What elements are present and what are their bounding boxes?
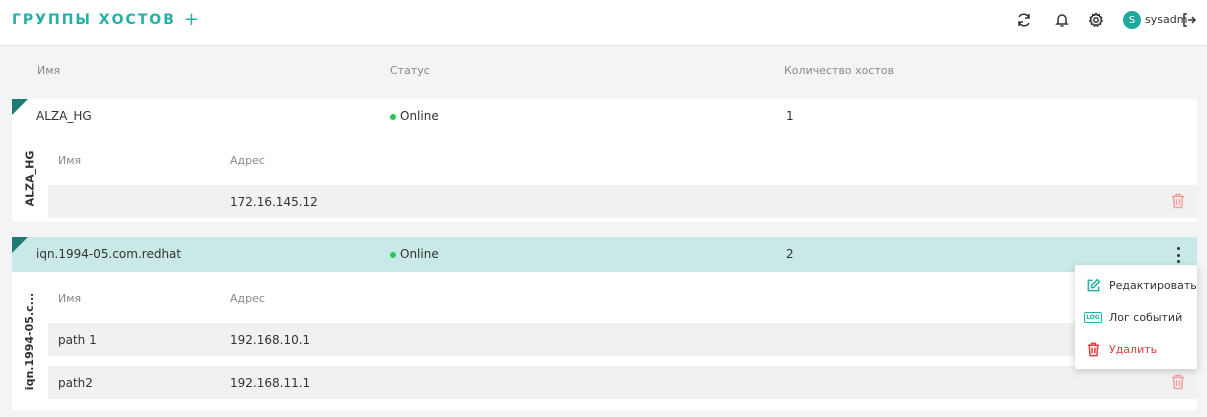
add-group-button[interactable]: + (184, 11, 199, 29)
status-online-icon (390, 113, 396, 120)
page-title-text: ГРУППЫ ХОСТОВ (12, 12, 176, 28)
column-header-host-count[interactable]: Количество хостов (784, 64, 894, 77)
delete-host-icon[interactable] (1171, 193, 1185, 209)
more-actions-icon[interactable] (1177, 247, 1183, 263)
host-name: path2 (58, 376, 93, 390)
host-row[interactable]: path2 192.168.11.1 (48, 366, 1197, 399)
refresh-icon[interactable] (1015, 11, 1033, 29)
menu-item-event-log[interactable]: LOG Лог событий (1075, 301, 1197, 333)
expand-toggle-icon[interactable] (12, 99, 28, 115)
sub-column-header-name: Имя (58, 292, 82, 305)
menu-item-label: Лог событий (1109, 310, 1183, 324)
top-bar: ГРУППЫ ХОСТОВ + S sysadm (0, 0, 1207, 46)
group-row[interactable]: iqn.1994-05.com.redhat Online 2 (12, 237, 1197, 272)
group-row[interactable]: ALZA_HG Online 1 (12, 99, 1197, 134)
group-status: Online (390, 247, 439, 261)
edit-icon (1085, 277, 1101, 293)
status-text: Online (400, 109, 439, 123)
gear-icon[interactable] (1087, 11, 1105, 29)
menu-item-delete[interactable]: Удалить (1075, 333, 1197, 365)
group-hosts-panel: iqn.1994-05.c... Имя Адрес path 1 192.16… (12, 272, 1197, 410)
host-name: path 1 (58, 333, 97, 347)
host-address: 172.16.145.12 (230, 195, 318, 209)
expand-toggle-icon[interactable] (12, 237, 28, 253)
column-header-status[interactable]: Статус (390, 64, 430, 77)
group-host-count: 1 (786, 109, 794, 123)
sub-column-header-name: Имя (58, 154, 82, 167)
host-row[interactable]: 172.16.145.12 (48, 185, 1197, 218)
group-name: ALZA_HG (36, 109, 92, 123)
group-vertical-label: ALZA_HG (23, 150, 37, 206)
column-header-name[interactable]: Имя (37, 64, 60, 77)
log-icon: LOG (1084, 311, 1102, 323)
group-host-count: 2 (786, 247, 794, 261)
delete-host-icon[interactable] (1171, 374, 1185, 390)
menu-item-edit[interactable]: Редактировать (1075, 269, 1197, 301)
menu-item-label: Удалить (1109, 342, 1158, 356)
group-hosts-panel: ALZA_HG Имя Адрес 172.16.145.12 (12, 134, 1197, 222)
logout-icon[interactable] (1180, 11, 1198, 29)
status-online-icon (390, 251, 396, 258)
sub-column-header-address: Адрес (230, 154, 265, 167)
host-row[interactable]: path 1 192.168.10.1 (48, 323, 1197, 356)
sub-column-header-address: Адрес (230, 292, 265, 305)
group-status: Online (390, 109, 439, 123)
status-text: Online (400, 247, 439, 261)
host-address: 192.168.10.1 (230, 333, 311, 347)
group-vertical-label: iqn.1994-05.c... (23, 292, 37, 390)
avatar[interactable]: S (1123, 11, 1141, 29)
trash-icon (1085, 341, 1101, 357)
host-address: 192.168.11.1 (230, 376, 311, 390)
group-name: iqn.1994-05.com.redhat (36, 247, 182, 261)
bell-icon[interactable] (1053, 11, 1071, 29)
group-context-menu: Редактировать LOG Лог событий Удалить (1075, 265, 1197, 369)
page-title: ГРУППЫ ХОСТОВ + (12, 11, 199, 29)
menu-item-label: Редактировать (1109, 278, 1197, 292)
